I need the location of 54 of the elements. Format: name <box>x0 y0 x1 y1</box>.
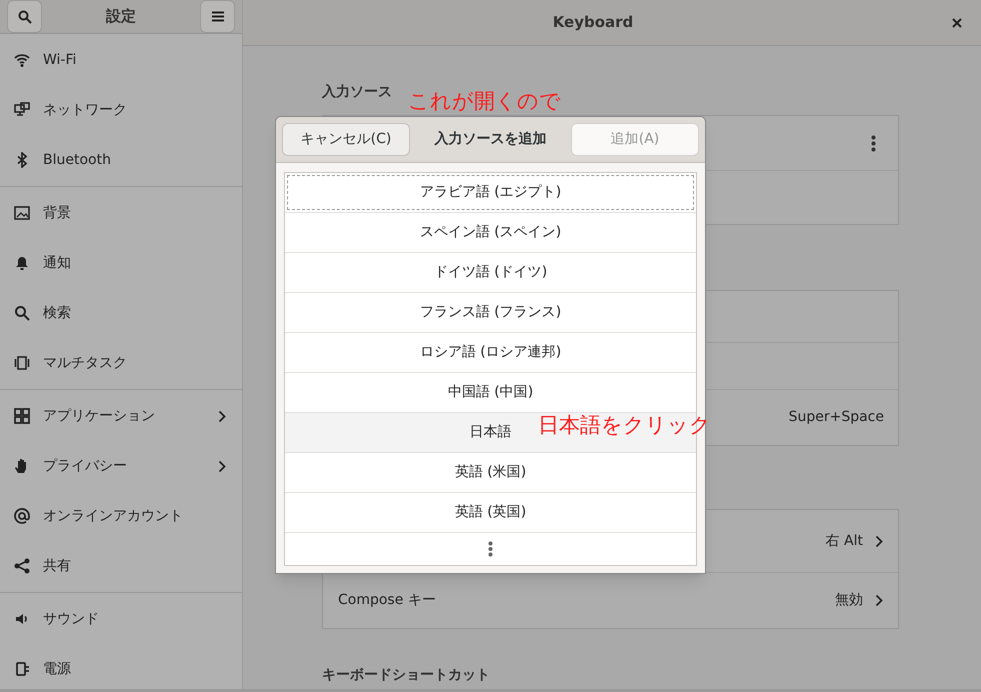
bell-icon <box>14 255 30 271</box>
sidebar-item[interactable]: 背景 <box>0 188 242 238</box>
sidebar-item[interactable]: 検索 <box>0 288 242 338</box>
menu-icon <box>212 11 224 22</box>
sidebar-item[interactable]: オンラインアカウント <box>0 491 242 541</box>
menu-button[interactable] <box>200 0 235 33</box>
sidebar-title: 設定 <box>106 6 136 28</box>
settings-row[interactable]: Compose キー 無効 <box>323 573 898 628</box>
sidebar-item[interactable]: サウンド <box>0 594 242 644</box>
section-heading: キーボードショートカット <box>322 666 490 685</box>
shortcut-value: Super+Space <box>788 408 884 427</box>
language-item[interactable]: フランス語 (フランス) <box>420 302 562 323</box>
grid-icon <box>14 408 30 424</box>
more-icon[interactable] <box>488 541 493 557</box>
more-icon[interactable] <box>871 134 876 152</box>
language-item[interactable]: 英語 (英国) <box>454 502 526 523</box>
share-icon <box>14 558 30 574</box>
annotation-text: これが開くので <box>408 88 561 115</box>
language-item[interactable]: ドイツ語 (ドイツ) <box>434 262 548 283</box>
at-icon <box>14 508 30 524</box>
sidebar-item[interactable]: アプリケーション <box>0 391 242 441</box>
sidebar-item[interactable]: ネットワーク <box>0 85 242 135</box>
language-item[interactable]: ロシア語 (ロシア連邦) <box>420 342 562 363</box>
language-item[interactable]: 英語 (米国) <box>454 462 526 483</box>
sidebar-item[interactable]: 共有 <box>0 541 242 591</box>
chevron-icon <box>875 594 883 607</box>
section-heading: 入力ソース <box>322 83 392 102</box>
search-icon <box>14 305 30 321</box>
sidebar-item[interactable]: Wi-Fi <box>0 35 242 85</box>
sidebar-item[interactable]: 電源 <box>0 644 242 692</box>
chevron-icon <box>218 460 226 472</box>
sidebar-item[interactable]: プライバシー <box>0 441 242 491</box>
search-icon <box>18 10 32 24</box>
close-icon <box>952 18 962 28</box>
window-title: Keyboard <box>552 12 634 34</box>
sidebar-item[interactable]: Bluetooth <box>0 135 242 185</box>
picture-icon <box>14 205 30 221</box>
dialog-title: 入力ソースを追加 <box>433 130 548 149</box>
chevron-icon <box>875 534 883 548</box>
wifi-icon <box>14 52 30 68</box>
network-icon <box>14 102 30 118</box>
search-button[interactable] <box>7 0 42 33</box>
sidebar-item[interactable]: マルチタスク <box>0 338 242 388</box>
speaker-icon <box>14 611 30 627</box>
sidebar-item[interactable]: 通知 <box>0 238 242 288</box>
plug-icon <box>14 661 30 677</box>
language-item[interactable]: スペイン語 (スペイン) <box>420 222 562 243</box>
windows-icon <box>14 355 30 371</box>
annotation-text: 日本語をクリック <box>538 412 711 439</box>
chevron-icon <box>218 410 226 422</box>
language-item[interactable]: 日本語 <box>470 422 512 443</box>
language-item[interactable]: 中国語 (中国) <box>448 382 534 403</box>
language-item[interactable]: アラビア語 (エジプト) <box>420 182 562 203</box>
cancel-button[interactable]: キャンセル(C) <box>282 123 410 156</box>
